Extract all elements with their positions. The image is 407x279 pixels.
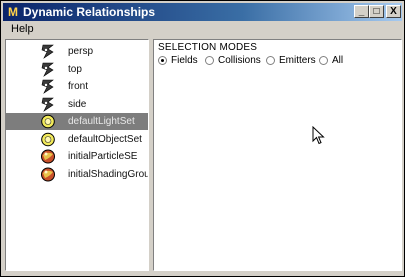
maya-icon: M <box>8 5 18 19</box>
object-list-item-label: side <box>68 98 87 110</box>
object-list-item-label: top <box>68 63 82 75</box>
object-list-item[interactable]: side <box>6 96 148 113</box>
object-list[interactable]: persp top front side defaultLightSet defaultO… <box>5 39 149 271</box>
camera-icon <box>41 62 54 77</box>
object-list-item-label: front <box>68 81 89 92</box>
object-list-item[interactable]: initialParticleSE <box>6 148 148 165</box>
window-title: Dynamic Relationships <box>23 5 156 19</box>
camera-icon <box>41 97 54 112</box>
minimize-button[interactable]: _ <box>354 5 369 18</box>
object-list-item[interactable]: defaultObjectSet <box>6 131 148 148</box>
object-list-item[interactable]: persp <box>6 43 148 60</box>
radio-button-icon[interactable] <box>319 56 328 65</box>
object-list-item-label: initialShadingGroup <box>68 168 149 180</box>
set-icon <box>41 114 55 129</box>
radio-button-icon[interactable] <box>158 56 167 65</box>
shading-group-icon <box>41 167 55 181</box>
object-list-item-label: persp <box>68 46 94 57</box>
mouse-cursor-icon <box>312 126 325 145</box>
selection-modes-header: SELECTION MODES <box>158 42 258 53</box>
object-list-item[interactable]: top <box>6 61 148 78</box>
radio-label: Collisions <box>218 55 261 66</box>
title-bar[interactable]: M Dynamic Relationships _ □ X <box>3 3 402 21</box>
radio-button-icon[interactable] <box>266 56 275 65</box>
object-list-item-label: defaultObjectSet <box>68 133 142 145</box>
camera-icon <box>41 79 54 94</box>
menu-bar: Help <box>3 22 402 38</box>
close-button[interactable]: X <box>386 5 401 18</box>
object-list-item[interactable]: defaultLightSet <box>6 113 148 130</box>
radio-label: All <box>332 55 344 66</box>
object-list-item-label: defaultLightSet <box>68 116 135 127</box>
selection-modes-panel: SELECTION MODES Fields Collisions Emitters… <box>153 39 402 271</box>
object-list-item[interactable]: initialShadingGroup <box>6 166 148 183</box>
set-icon <box>41 132 55 146</box>
maximize-button[interactable]: □ <box>369 5 384 18</box>
object-list-item-label: initialParticleSE <box>68 151 138 162</box>
radio-button-icon[interactable] <box>205 56 214 65</box>
dynamic-relationships-window: M Dynamic Relationships _ □ X Help persp… <box>0 0 405 277</box>
menu-help[interactable]: Help <box>11 23 34 35</box>
radio-label: Fields <box>171 55 198 66</box>
camera-icon <box>41 44 54 59</box>
radio-label: Emitters <box>279 55 316 66</box>
object-list-item[interactable]: front <box>6 78 148 95</box>
shading-group-icon <box>41 149 55 164</box>
